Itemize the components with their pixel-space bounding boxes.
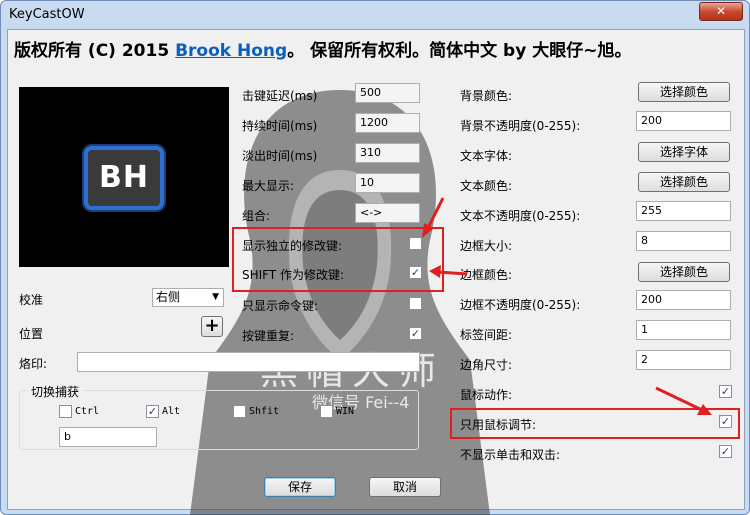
border-color-button[interactable]: 选择颜色 [638,262,730,282]
bg-color-button[interactable]: 选择颜色 [638,82,730,102]
ctrl-label: Ctrl [75,406,100,417]
corner-size-label: 边角尺寸: [460,358,513,372]
no-click-label: 不显示单击和双击: [460,448,561,462]
branding-label: 烙印: [19,357,48,371]
bh-logo: BH [84,146,164,210]
border-size-input[interactable]: 8 [636,231,731,251]
copyright-suffix: 。 保留所有权利。简体中文 by 大眼仔~旭。 [287,41,632,61]
corner-size-input[interactable]: 2 [636,350,731,370]
title-bar: KeyCastOW ✕ [1,1,749,29]
ctrl-checkbox[interactable] [59,405,72,418]
no-click-checkbox[interactable]: ✓ [719,445,732,458]
win-checkbox[interactable] [320,405,333,418]
window-title: KeyCastOW [9,7,85,22]
save-button[interactable]: 保存 [264,477,336,497]
chevron-down-icon: ▼ [212,292,219,302]
border-opacity-input[interactable]: 200 [636,290,731,310]
text-font-button[interactable]: 选择字体 [638,142,730,162]
close-button[interactable]: ✕ [699,2,743,21]
copyright-header: 版权所有 (C) 2015 Brook Hong。 保留所有权利。简体中文 by… [14,36,631,61]
shift-checkbox[interactable] [233,405,246,418]
text-color-button[interactable]: 选择颜色 [638,172,730,192]
duration-label: 持续时间(ms) [242,119,318,133]
branding-input[interactable] [77,352,420,372]
text-opacity-input[interactable]: 255 [636,201,731,221]
keystroke-delay-input[interactable]: 500 [355,83,420,103]
copyright-prefix: 版权所有 (C) 2015 [14,41,176,61]
combo-label: 组合: [242,209,271,223]
mouse-action-checkbox[interactable]: ✓ [719,385,732,398]
only-commands-label: 只显示命令键: [242,299,319,313]
mouse-action-label: 鼠标动作: [460,388,513,402]
position-label: 位置 [19,327,44,341]
duration-input[interactable]: 1200 [355,113,420,133]
label-spacing-input[interactable]: 1 [636,320,731,340]
fade-input[interactable]: 310 [355,143,420,163]
bg-color-label: 背景颜色: [460,89,513,103]
win-label: WIN [336,406,355,417]
annotation-arrows-icon [422,197,468,278]
only-commands-checkbox[interactable] [409,297,422,310]
position-add-button[interactable]: + [201,316,223,337]
switch-capture-title: 切换捕获 [28,383,83,400]
shift-label: Shfit [249,406,280,417]
logo-preview: BH [19,87,229,267]
capture-key-input[interactable]: b [59,427,157,447]
annotation-arrow-icon [655,386,712,415]
max-display-label: 最大显示: [242,179,295,193]
bg-opacity-input[interactable]: 200 [636,111,731,131]
calibration-label: 校准 [19,293,44,307]
key-repeat-checkbox[interactable]: ✓ [409,327,422,340]
text-font-label: 文本字体: [460,149,513,163]
border-opacity-label: 边框不透明度(0-255): [460,298,581,312]
key-repeat-label: 按键重复: [242,329,295,343]
keystroke-delay-label: 击键延迟(ms) [242,89,318,103]
bg-opacity-label: 背景不透明度(0-255): [460,119,581,133]
alt-label: Alt [162,406,181,417]
text-opacity-label: 文本不透明度(0-255): [460,209,581,223]
calibration-select[interactable]: 右侧 ▼ [152,288,224,307]
author-link[interactable]: Brook Hong [175,41,287,61]
fade-label: 淡出时间(ms) [242,149,318,163]
label-spacing-label: 标签间距: [460,328,513,342]
calibration-value: 右侧 [156,290,181,304]
alt-checkbox[interactable]: ✓ [146,405,159,418]
cancel-button[interactable]: 取消 [369,477,441,497]
